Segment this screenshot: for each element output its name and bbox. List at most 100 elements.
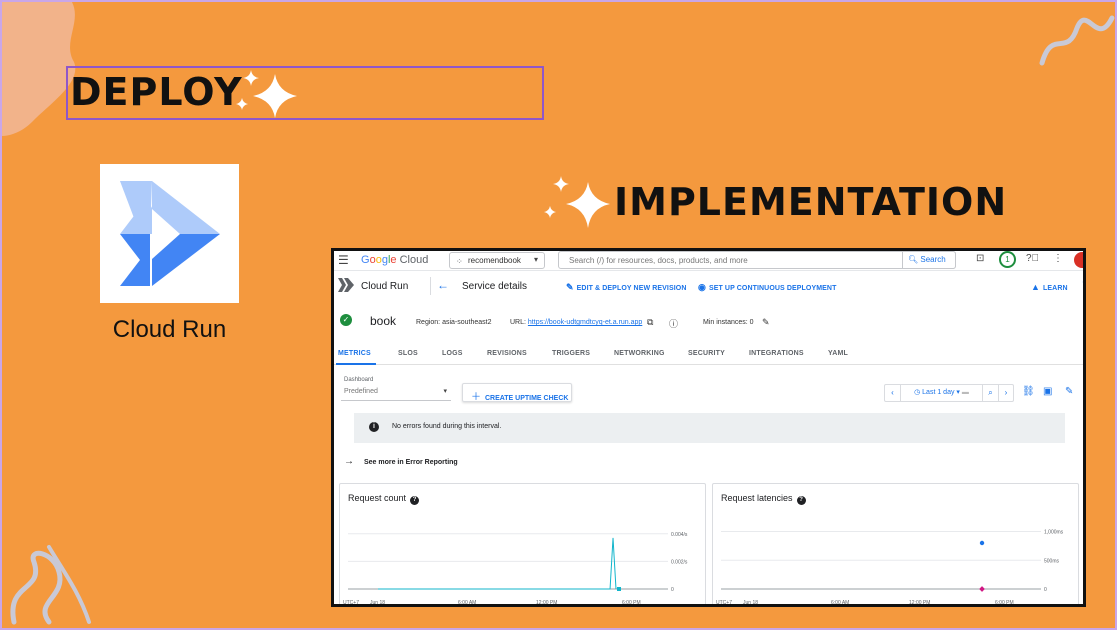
plus-icon: ＋: [471, 392, 481, 403]
service-url-row: URL: https://book-udtgmdtcyq-et.a.run.ap…: [510, 319, 642, 326]
x-tick-label: Jun 18: [743, 600, 758, 606]
see-more-link[interactable]: → See more in Error Reporting: [344, 456, 458, 467]
cloud-console-screenshot: ☰ Google Cloud ⁘ recomendbook ▾ Search (…: [331, 248, 1086, 607]
link-off-icon[interactable]: ⛓: [1022, 386, 1035, 397]
card-title: Request count?: [348, 493, 420, 505]
continuous-label: SET UP CONTINUOUS DEPLOYMENT: [708, 285, 837, 292]
x-tick-label: 6:00 PM: [622, 600, 641, 606]
cloud-run-icon: [338, 278, 354, 292]
help-icon[interactable]: ?⃝: [1026, 253, 1039, 264]
edit-deploy-label: EDIT & DEPLOY NEW REVISION: [576, 285, 687, 292]
zoom-icon[interactable]: ⌕: [983, 385, 999, 401]
learn-label: LEARN: [1043, 285, 1068, 292]
request-latencies-chart[interactable]: 1,000ms 500ms 0 UTC+7 Jun 18 6:00 AM 12:00 PM 6…: [713, 512, 1080, 607]
copy-icon[interactable]: ⧉: [647, 317, 653, 328]
tab-networking[interactable]: NETWORKING: [614, 350, 665, 357]
notification-badge[interactable]: 1: [999, 251, 1016, 268]
refresh-icon[interactable]: ↻: [1082, 279, 1083, 292]
chart-title: Request count: [348, 493, 407, 503]
console-topbar: ☰ Google Cloud ⁘ recomendbook ▾ Search (…: [334, 251, 1083, 271]
search-icon: 🔍︎: [908, 255, 919, 264]
tab-security[interactable]: SECURITY: [688, 350, 725, 357]
arrow-right-icon: →: [344, 456, 354, 467]
back-arrow-icon[interactable]: ←: [437, 278, 449, 292]
dashboard-label: Dashboard: [344, 377, 374, 383]
active-tab-indicator: [336, 363, 376, 365]
notice-text: No errors found during this interval.: [392, 423, 502, 430]
chevron-down-icon: ▾: [956, 389, 960, 396]
error-notice: i No errors found during this interval.: [354, 413, 1065, 443]
pencil-icon: ✎: [566, 282, 574, 292]
tab-logs[interactable]: LOGS: [442, 350, 463, 357]
edit-deploy-button[interactable]: ✎ EDIT & DEPLOY NEW REVISION: [566, 282, 686, 293]
cloud-run-caption: Cloud Run: [112, 316, 227, 343]
sparkle-icon: [236, 70, 297, 118]
x-tick-label: 6:00 PM: [995, 600, 1014, 606]
clock-icon: ◷: [914, 389, 921, 396]
search-input[interactable]: Search (/) for resources, docs, products…: [558, 251, 956, 269]
product-name[interactable]: Cloud Run: [361, 281, 408, 292]
chevron-left-icon[interactable]: ‹: [885, 385, 901, 401]
sparkle-icon: [544, 176, 610, 228]
tab-yaml[interactable]: YAML: [828, 350, 848, 357]
info-icon[interactable]: ⓘ: [669, 317, 678, 330]
cloud-shell-icon[interactable]: ⊡: [976, 253, 984, 264]
y-tick-label: 0.002/s: [671, 559, 688, 565]
pencil-icon[interactable]: ✎: [762, 317, 770, 328]
hamburger-icon[interactable]: ☰: [338, 253, 349, 267]
dashboard-value: Predefined: [344, 388, 378, 395]
help-icon[interactable]: ?: [410, 496, 420, 505]
check-circle-icon: ✓: [340, 314, 352, 326]
edit-icon[interactable]: ✎: [1065, 386, 1073, 397]
request-count-chart[interactable]: 0.004/s 0.002/s 0 UTC+7 Jun 18 6:00 AM 12:00 P…: [340, 512, 707, 607]
series-point: [617, 587, 621, 591]
x-tick-label: 12:00 PM: [536, 600, 557, 606]
continuous-deployment-button[interactable]: ◉ SET UP CONTINUOUS DEPLOYMENT: [698, 282, 836, 293]
help-icon[interactable]: ?: [796, 496, 806, 505]
google-cloud-logo[interactable]: Google Cloud: [361, 254, 428, 266]
service-summary: ✓ book Region: asia-southeast2 URL: http…: [334, 307, 1083, 333]
service-region: Region: asia-southeast2: [416, 319, 492, 326]
avatar[interactable]: [1074, 252, 1083, 268]
cloud-run-logo: [100, 164, 239, 303]
decorative-squiggle: [1039, 15, 1115, 66]
time-range-picker: ‹ ◷ Last 1 day ▾ ▬ ⌕ ›: [884, 384, 1014, 402]
y-tick-label: 0.004/s: [671, 532, 688, 538]
create-uptime-check-button[interactable]: ＋ CREATE UPTIME CHECK: [462, 383, 572, 403]
separator-dash: ▬: [961, 389, 969, 396]
chevron-right-icon[interactable]: ›: [999, 385, 1013, 401]
tab-slos[interactable]: SLOS: [398, 350, 418, 357]
project-selector[interactable]: ⁘ recomendbook ▾: [449, 252, 545, 269]
tab-bar: METRICS SLOS LOGS REVISIONS TRIGGERS NET…: [334, 345, 1083, 365]
deploy-title-box: DEPLOY: [66, 66, 544, 120]
dashboard-select[interactable]: Predefined ▾: [341, 385, 451, 401]
service-toolbar: Cloud Run ← Service details ✎ EDIT & DEPL…: [334, 272, 1083, 300]
tab-revisions[interactable]: REVISIONS: [487, 350, 527, 357]
y-tick-label: 0: [671, 587, 674, 593]
url-label: URL:: [510, 319, 526, 326]
more-vert-icon[interactable]: ⋮: [1053, 253, 1063, 264]
divider: [430, 277, 431, 295]
search-placeholder: Search (/) for resources, docs, products…: [569, 256, 748, 265]
y-tick-label: 500ms: [1044, 558, 1060, 564]
metrics-panel: Dashboard Predefined ▾ ＋ CREATE UPTIME C…: [334, 366, 1083, 607]
time-range-label: Last 1 day: [922, 389, 955, 396]
chevron-down-icon: ▾: [443, 388, 447, 395]
tab-triggers[interactable]: TRIGGERS: [552, 350, 590, 357]
tab-metrics[interactable]: METRICS: [338, 350, 371, 357]
tab-integrations[interactable]: INTEGRATIONS: [749, 350, 804, 357]
calendar-icon[interactable]: ▣: [1043, 386, 1052, 397]
y-tick-label: 1,000ms: [1044, 530, 1064, 536]
service-url-link[interactable]: https://book-udtgmdtcyq-et.a.run.app: [528, 319, 642, 326]
service-name: book: [370, 314, 397, 328]
search-button[interactable]: 🔍︎ Search: [902, 251, 956, 269]
time-range-select[interactable]: ◷ Last 1 day ▾ ▬: [901, 385, 983, 401]
uptime-label: CREATE UPTIME CHECK: [484, 395, 569, 402]
learn-button[interactable]: ▲ LEARN: [1031, 282, 1068, 292]
x-tick-label: 12:00 PM: [909, 600, 930, 606]
card-title: Request latencies?: [721, 493, 806, 505]
request-latencies-card: Request latencies? 1,000ms 500ms 0 UTC+7 Jun…: [712, 483, 1080, 607]
deploy-title: DEPLOY: [70, 70, 243, 114]
series-line: [378, 537, 617, 590]
x-tick-label: Jun 18: [370, 600, 385, 606]
